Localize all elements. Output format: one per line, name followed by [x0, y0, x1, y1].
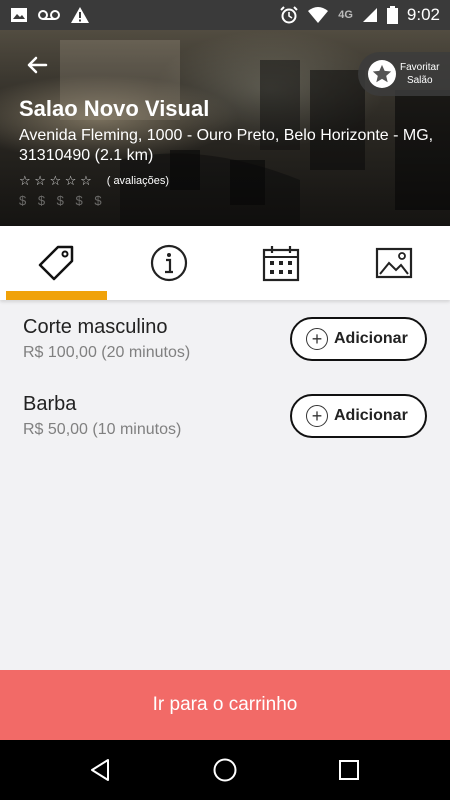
info-icon: [150, 244, 187, 282]
salon-address: Avenida Fleming, 1000 - Ouro Preto, Belo…: [19, 127, 434, 164]
tab-info[interactable]: [113, 226, 226, 300]
go-to-cart-button[interactable]: Ir para o carrinho: [0, 670, 450, 740]
add-service-button[interactable]: + Adicionar: [290, 317, 427, 361]
favorite-label: Favoritar Salão: [400, 62, 440, 86]
rating-count: ( avaliações): [106, 175, 170, 187]
status-bar: 4G 9:02: [0, 0, 450, 30]
arrow-left-icon: [27, 56, 48, 74]
favorite-salon-button[interactable]: Favoritar Salão: [358, 52, 450, 96]
tab-gallery[interactable]: [338, 226, 450, 300]
nav-back-icon[interactable]: [88, 758, 112, 782]
add-label: Adicionar: [334, 407, 408, 424]
star-icon: [368, 60, 396, 88]
add-service-button[interactable]: + Adicionar: [290, 394, 427, 438]
list-item: Corte masculino R$ 100,00 (20 minutos) +…: [0, 300, 450, 377]
plus-circle-icon: +: [306, 328, 328, 350]
tab-bar: [0, 226, 450, 300]
network-type: 4G: [338, 9, 353, 21]
tag-icon: [39, 245, 74, 281]
plus-circle-icon: +: [306, 405, 328, 427]
list-item: Barba R$ 50,00 (10 minutos) + Adicionar: [0, 377, 450, 454]
tab-services[interactable]: [0, 226, 113, 300]
wifi-icon: [308, 7, 329, 23]
add-label: Adicionar: [334, 330, 408, 347]
rating-stars: ☆ ☆ ☆ ☆ ☆: [19, 173, 92, 188]
service-price-duration: R$ 50,00 (10 minutos): [23, 421, 182, 438]
service-name: Barba: [23, 393, 77, 415]
rating: ☆ ☆ ☆ ☆ ☆ ( avaliações): [19, 173, 169, 189]
services-list: Corte masculino R$ 100,00 (20 minutos) +…: [0, 300, 450, 454]
nav-recent-apps-icon[interactable]: [338, 759, 360, 781]
image-icon: [375, 247, 412, 279]
calendar-icon: [263, 246, 300, 282]
signal-icon: [362, 8, 377, 22]
nav-home-icon[interactable]: [212, 757, 238, 783]
alarm-icon: [280, 6, 298, 24]
service-price-duration: R$ 100,00 (20 minutos): [23, 344, 191, 361]
price-level: $ $ $ $ $: [19, 193, 106, 208]
back-button[interactable]: [22, 50, 52, 80]
battery-icon: [386, 6, 398, 24]
clock: 9:02: [406, 5, 440, 24]
voicemail-icon: [38, 10, 60, 20]
system-nav-bar: [0, 740, 450, 800]
image-icon: [11, 8, 27, 22]
salon-header: Favoritar Salão Salao Novo Visual Avenid…: [0, 30, 450, 226]
service-name: Corte masculino: [23, 316, 168, 338]
tab-schedule[interactable]: [225, 226, 338, 300]
warning-icon: [71, 7, 89, 23]
salon-name: Salao Novo Visual: [19, 96, 210, 121]
